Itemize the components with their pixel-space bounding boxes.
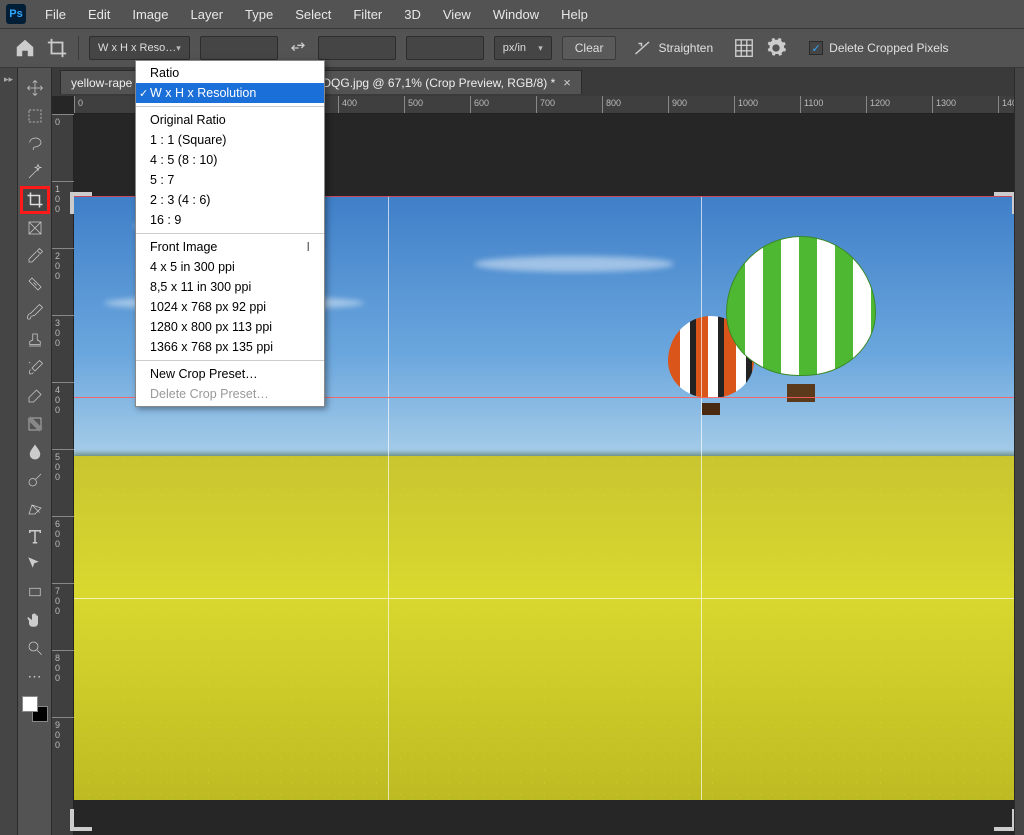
clear-button[interactable]: Clear <box>562 36 617 60</box>
crop-handle-br[interactable] <box>994 809 1016 831</box>
panel-expand-strip[interactable]: ▸▸ <box>0 68 18 835</box>
dropdown-item-preset-4x5[interactable]: 4 x 5 in 300 ppi <box>136 257 324 277</box>
color-swatches[interactable] <box>22 696 48 722</box>
crop-height-input[interactable] <box>318 36 396 60</box>
crop-preset-label: W x H x Reso… <box>98 42 176 54</box>
tool-eraser[interactable] <box>20 382 50 410</box>
tool-pen[interactable] <box>20 494 50 522</box>
app-logo[interactable]: Ps <box>6 4 26 24</box>
tool-healing[interactable] <box>20 270 50 298</box>
tool-eyedropper[interactable] <box>20 242 50 270</box>
tool-type[interactable] <box>20 522 50 550</box>
dropdown-item-preset-1280x800[interactable]: 1280 x 800 px 113 ppi <box>136 317 324 337</box>
tool-crop[interactable] <box>20 186 50 214</box>
tool-path[interactable] <box>20 550 50 578</box>
tool-gradient[interactable] <box>20 410 50 438</box>
tool-wand[interactable] <box>20 158 50 186</box>
menubar: Ps File Edit Image Layer Type Select Fil… <box>0 0 1024 28</box>
dropdown-item-delete-preset: Delete Crop Preset… <box>136 384 324 404</box>
chevron-down-icon: ▾ <box>176 43 181 54</box>
dropdown-item-front-image[interactable]: Front Image I <box>136 237 324 257</box>
crop-width-input[interactable] <box>200 36 278 60</box>
crop-units-select[interactable]: px/in ▾ <box>494 36 552 60</box>
menu-filter[interactable]: Filter <box>344 3 391 26</box>
tab-title-rest: W3BXDQG.jpg @ 67,1% (Crop Preview, RGB/8… <box>288 76 555 90</box>
tool-lasso[interactable] <box>20 130 50 158</box>
home-icon[interactable] <box>14 37 36 59</box>
menu-edit[interactable]: Edit <box>79 3 119 26</box>
front-image-shortcut: I <box>307 240 310 254</box>
menu-select[interactable]: Select <box>286 3 340 26</box>
dropdown-item-ratio[interactable]: Ratio <box>136 63 324 83</box>
crop-handle-bl[interactable] <box>70 809 92 831</box>
straighten-label[interactable]: Straighten <box>658 41 713 55</box>
menu-image[interactable]: Image <box>123 3 177 26</box>
overlay-grid-icon[interactable] <box>733 37 755 59</box>
tool-move[interactable] <box>20 74 50 102</box>
menu-view[interactable]: View <box>434 3 480 26</box>
dropdown-item-wxh-resolution[interactable]: W x H x Resolution <box>136 83 324 103</box>
dropdown-item-preset-1024x768[interactable]: 1024 x 768 px 92 ppi <box>136 297 324 317</box>
tool-zoom[interactable] <box>20 634 50 662</box>
dropdown-item-preset-8p5x11[interactable]: 8,5 x 11 in 300 ppi <box>136 277 324 297</box>
crop-indicator-icon <box>46 37 68 59</box>
menu-file[interactable]: File <box>36 3 75 26</box>
toolbar: ⋯ <box>18 68 52 835</box>
expand-chevrons-icon: ▸▸ <box>4 74 13 85</box>
tool-rectangle[interactable] <box>20 578 50 606</box>
dropdown-item-original-ratio[interactable]: Original Ratio <box>136 110 324 130</box>
crop-handle-tr[interactable] <box>994 192 1016 214</box>
tool-stamp[interactable] <box>20 326 50 354</box>
crop-preset-dropdown: Ratio W x H x Resolution Original Ratio … <box>135 60 325 407</box>
foreground-color-swatch[interactable] <box>22 696 38 712</box>
swap-dimensions-icon[interactable] <box>288 38 308 58</box>
image-balloon-green <box>726 236 876 406</box>
dropdown-item-ratio-2-3[interactable]: 2 : 3 (4 : 6) <box>136 190 324 210</box>
front-image-label: Front Image <box>150 240 217 254</box>
menu-type[interactable]: Type <box>236 3 282 26</box>
tool-hand[interactable] <box>20 606 50 634</box>
dropdown-item-new-preset[interactable]: New Crop Preset… <box>136 364 324 384</box>
crop-units-label: px/in <box>503 42 526 54</box>
menu-layer[interactable]: Layer <box>182 3 233 26</box>
menu-window[interactable]: Window <box>484 3 548 26</box>
delete-cropped-label: Delete Cropped Pixels <box>829 41 948 55</box>
tool-marquee[interactable] <box>20 102 50 130</box>
menu-3d[interactable]: 3D <box>395 3 430 26</box>
chevron-down-icon: ▾ <box>538 43 543 54</box>
tool-brush[interactable] <box>20 298 50 326</box>
ruler-vertical[interactable]: 0100200300400500600700800900 <box>52 114 74 835</box>
menu-help[interactable]: Help <box>552 3 597 26</box>
right-collapsed-panel[interactable] <box>1014 68 1024 835</box>
crop-handle-tl[interactable] <box>70 192 92 214</box>
crop-preset-select[interactable]: W x H x Reso… ▾ <box>89 36 190 60</box>
delete-cropped-checkbox[interactable]: ✓ Delete Cropped Pixels <box>809 41 948 55</box>
tool-frame[interactable] <box>20 214 50 242</box>
dropdown-item-ratio-5-7[interactable]: 5 : 7 <box>136 170 324 190</box>
dropdown-item-ratio-4-5[interactable]: 4 : 5 (8 : 10) <box>136 150 324 170</box>
tool-history-brush[interactable] <box>20 354 50 382</box>
tab-title-prefix: yellow-rape <box>71 76 132 90</box>
dropdown-item-preset-1366x768[interactable]: 1366 x 768 px 135 ppi <box>136 337 324 357</box>
dropdown-item-ratio-16-9[interactable]: 16 : 9 <box>136 210 324 230</box>
tool-extras[interactable]: ⋯ <box>20 662 50 690</box>
gear-icon[interactable] <box>765 37 787 59</box>
tool-blur[interactable] <box>20 438 50 466</box>
straighten-icon[interactable] <box>634 39 652 57</box>
checkbox-icon: ✓ <box>809 41 823 55</box>
crop-resolution-input[interactable] <box>406 36 484 60</box>
close-icon[interactable]: × <box>563 75 571 90</box>
tool-dodge[interactable] <box>20 466 50 494</box>
dropdown-item-ratio-1-1[interactable]: 1 : 1 (Square) <box>136 130 324 150</box>
